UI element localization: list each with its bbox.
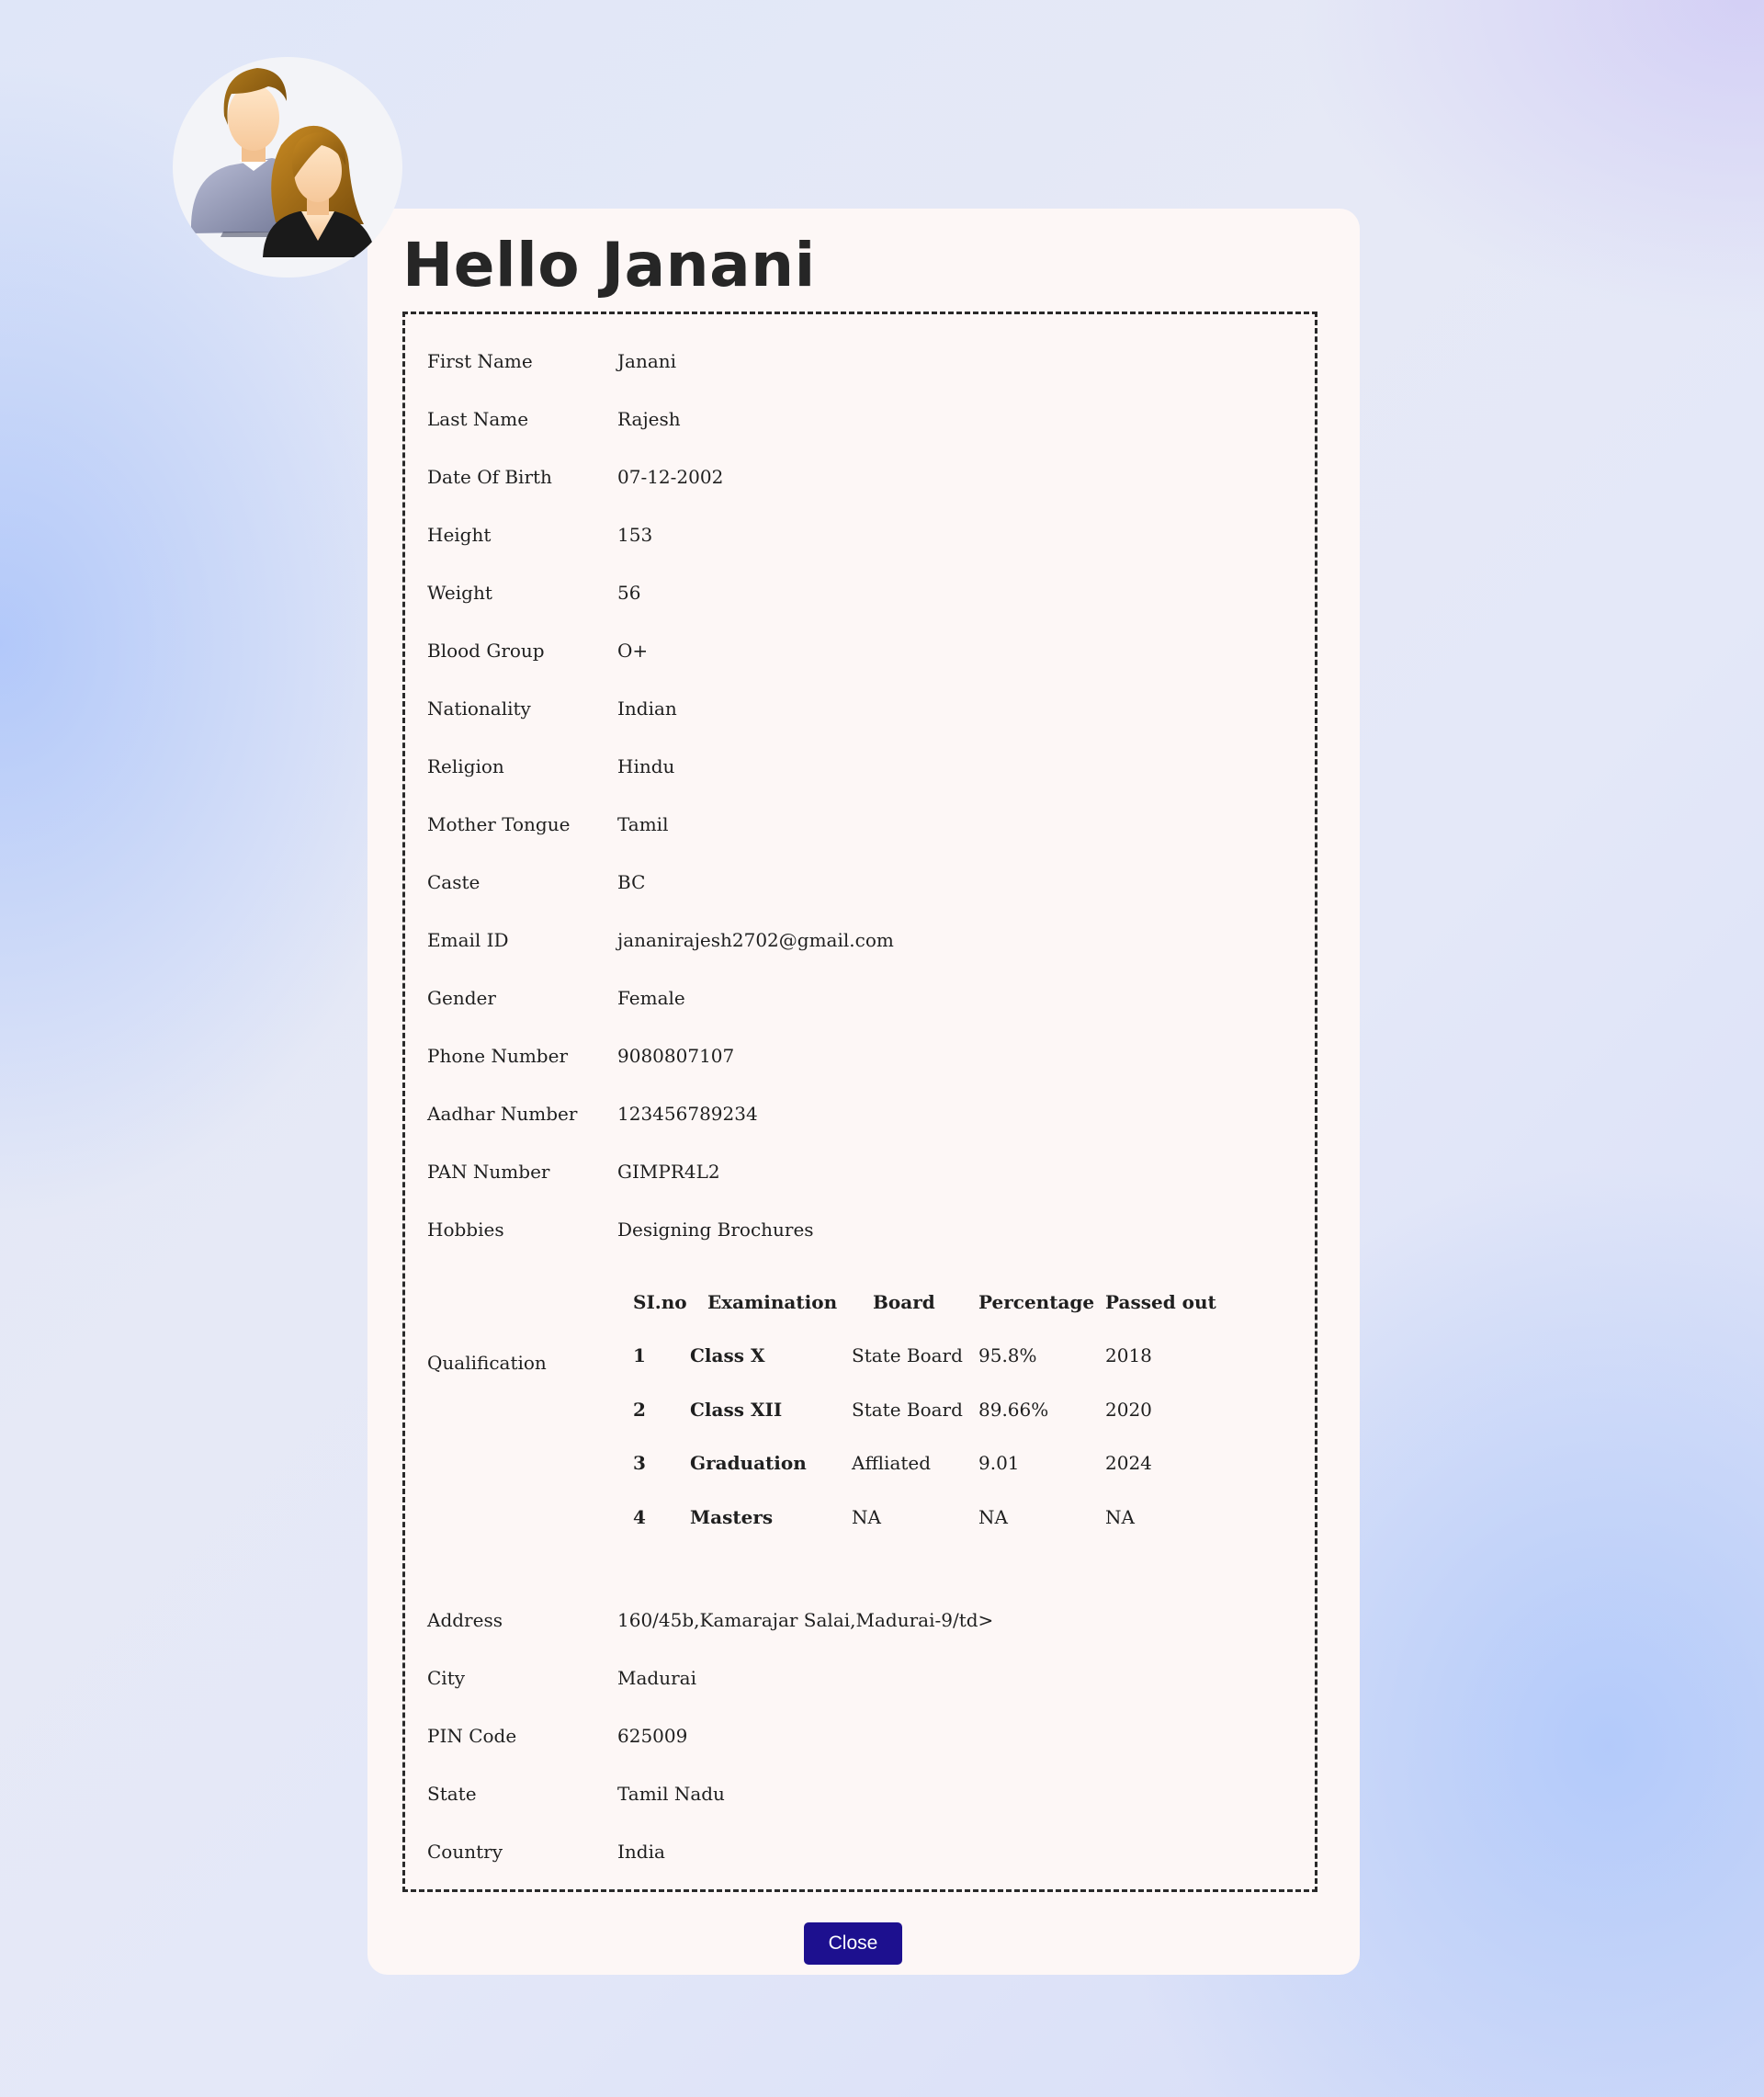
qualification-cell: State Board: [852, 1344, 963, 1366]
qualification-cell: 2018: [1105, 1344, 1152, 1366]
field-label: Phone Number: [427, 1045, 568, 1067]
field-label: Blood Group: [427, 640, 545, 662]
qualification-cell: 95.8%: [978, 1344, 1037, 1366]
qualification-header: Passed out: [1105, 1291, 1216, 1313]
field-label: PAN Number: [427, 1161, 550, 1183]
field-value: India: [617, 1841, 665, 1863]
qualification-label: Qualification: [427, 1352, 547, 1374]
profile-card: Hello Janani First Name Janani Last Name…: [368, 209, 1360, 1975]
field-label: First Name: [427, 350, 533, 372]
qualification-header: Examination: [707, 1291, 838, 1313]
field-value: GIMPR4L2: [617, 1161, 720, 1183]
qualification-cell: 9.01: [978, 1452, 1020, 1474]
field-label: Height: [427, 524, 492, 546]
field-label: Weight: [427, 582, 492, 604]
qualification-cell: 4: [633, 1506, 646, 1528]
qualification-header: Board: [873, 1291, 935, 1313]
qualification-cell: 1: [633, 1344, 646, 1366]
qualification-cell: State Board: [852, 1399, 963, 1421]
field-value: Designing Brochures: [617, 1219, 814, 1241]
field-label: State: [427, 1783, 477, 1805]
field-value: Tamil: [617, 813, 669, 835]
field-value: 9080807107: [617, 1045, 735, 1067]
field-value: O+: [617, 640, 649, 662]
field-value: 07-12-2002: [617, 466, 724, 488]
qualification-cell: Class X: [690, 1344, 765, 1366]
field-label: Email ID: [427, 929, 509, 951]
qualification-cell: NA: [1105, 1506, 1135, 1528]
field-value: Madurai: [617, 1667, 696, 1689]
field-value: 56: [617, 582, 641, 604]
field-label: Aadhar Number: [427, 1103, 578, 1125]
field-label: Caste: [427, 871, 481, 893]
field-label: City: [427, 1667, 466, 1689]
qualification-cell: Class XII: [690, 1399, 783, 1421]
field-value: jananirajesh2702@gmail.com: [617, 929, 894, 951]
user-avatar: [173, 57, 402, 278]
field-value: Janani: [617, 350, 677, 372]
field-label: Date Of Birth: [427, 466, 552, 488]
qualification-cell: 3: [633, 1452, 646, 1474]
close-button[interactable]: Close: [804, 1922, 902, 1965]
field-label: Mother Tongue: [427, 813, 571, 835]
qualification-header: SI.no: [633, 1291, 687, 1313]
page-title: Hello Janani: [402, 230, 816, 300]
field-label: Religion: [427, 755, 504, 777]
qualification-cell: 2: [633, 1399, 646, 1421]
field-label: Country: [427, 1841, 503, 1863]
qualification-cell: NA: [978, 1506, 1008, 1528]
qualification-cell: 2020: [1105, 1399, 1152, 1421]
field-value: 153: [617, 524, 653, 546]
field-value: 123456789234: [617, 1103, 758, 1125]
qualification-cell: 89.66%: [978, 1399, 1049, 1421]
field-value: 160/45b,Kamarajar Salai,Madurai-9/td>: [617, 1609, 994, 1631]
field-value: Indian: [617, 697, 677, 720]
field-label: Nationality: [427, 697, 531, 720]
qualification-cell: Affliated: [852, 1452, 932, 1474]
field-value: BC: [617, 871, 646, 893]
field-value: Rajesh: [617, 408, 681, 430]
qualification-cell: 2024: [1105, 1452, 1152, 1474]
qualification-cell: Graduation: [690, 1452, 807, 1474]
qualification-cell: Masters: [690, 1506, 774, 1528]
field-label: Hobbies: [427, 1219, 504, 1241]
people-couple-icon: [190, 68, 377, 257]
qualification-cell: NA: [852, 1506, 881, 1528]
details-panel: First Name Janani Last Name Rajesh Date …: [402, 312, 1317, 1892]
qualification-header: Percentage: [978, 1291, 1095, 1313]
field-label: PIN Code: [427, 1725, 517, 1747]
field-value: Female: [617, 987, 685, 1009]
field-label: Gender: [427, 987, 496, 1009]
field-value: Hindu: [617, 755, 675, 777]
field-label: Address: [427, 1609, 503, 1631]
field-value: 625009: [617, 1725, 688, 1747]
field-value: Tamil Nadu: [617, 1783, 725, 1805]
field-label: Last Name: [427, 408, 529, 430]
